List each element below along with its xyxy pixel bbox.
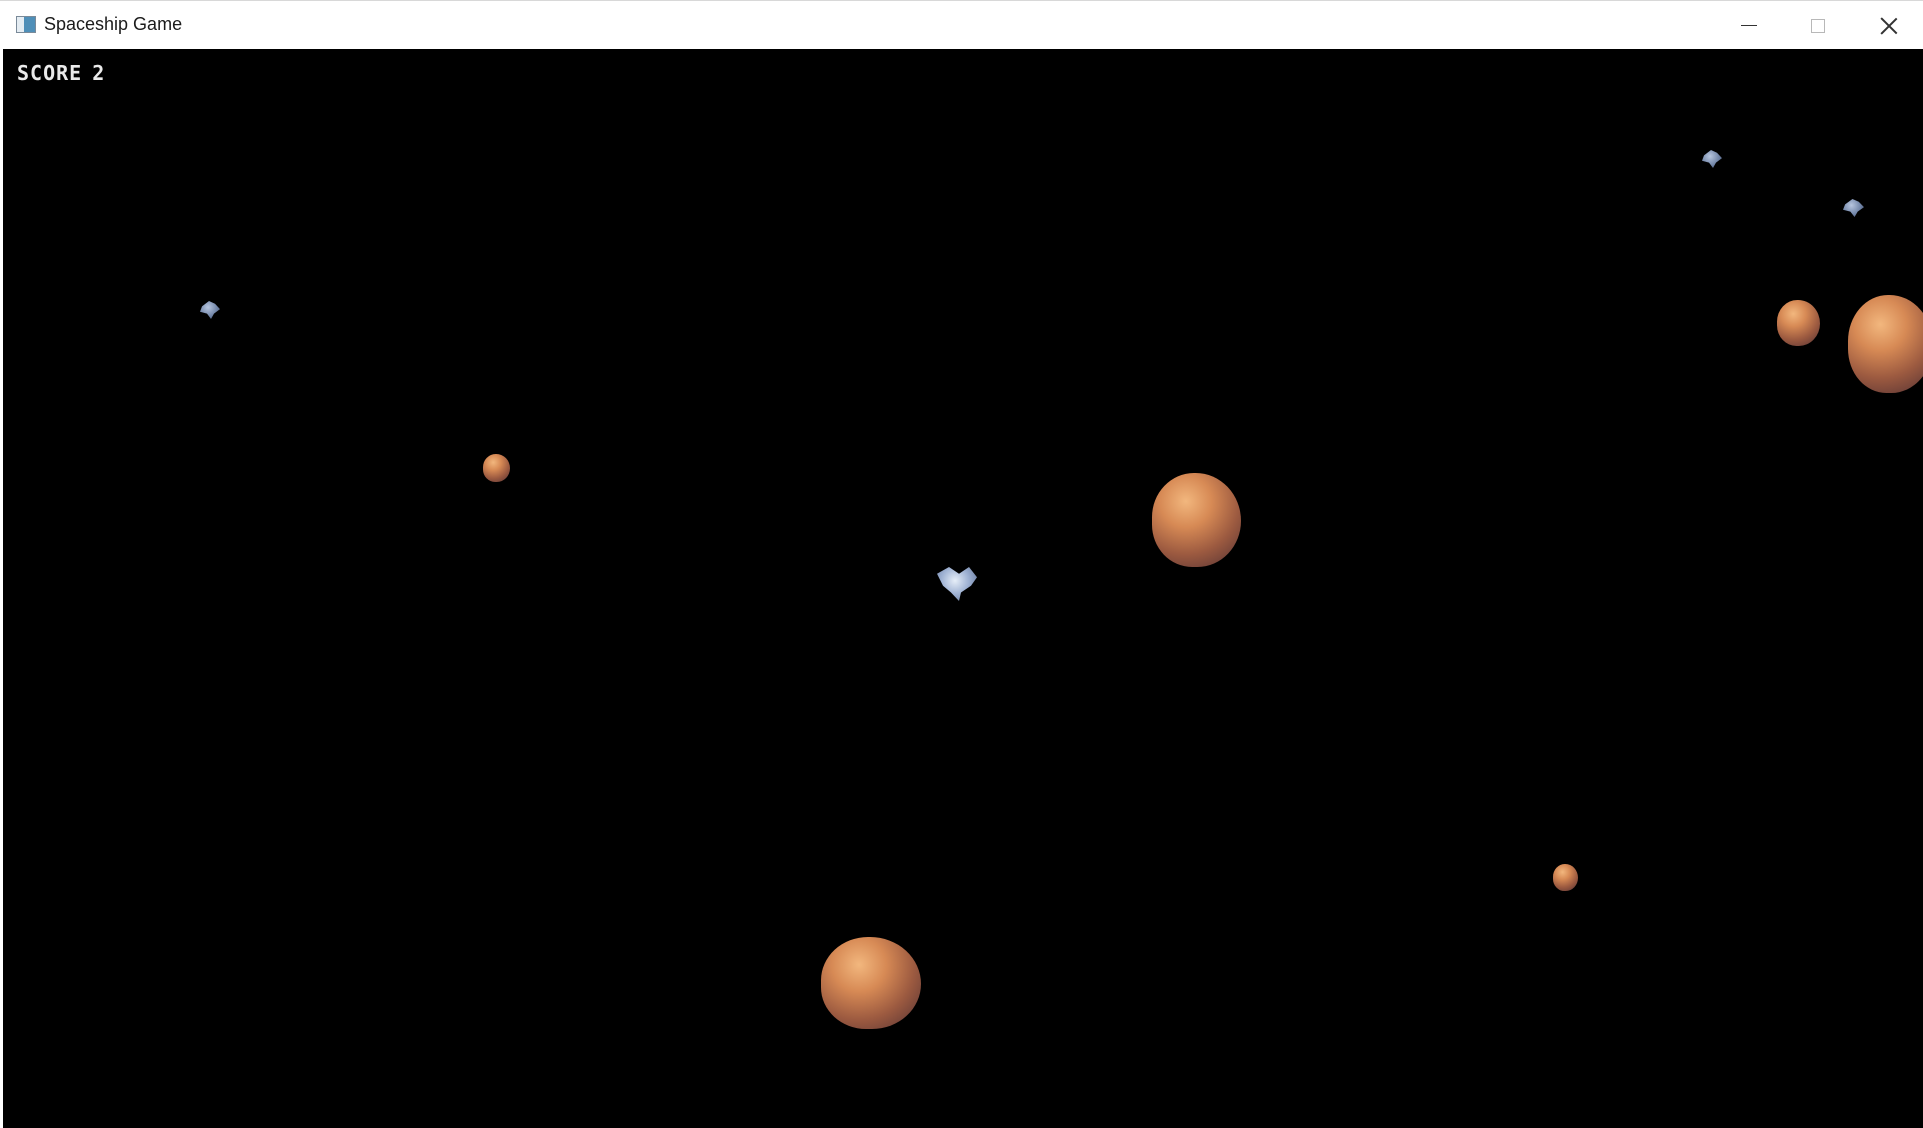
minimize-icon	[1740, 25, 1757, 26]
asteroid	[1553, 864, 1578, 891]
close-icon	[1880, 17, 1898, 35]
maximize-button[interactable]	[1783, 1, 1852, 50]
score-display: SCORE 2	[17, 61, 105, 85]
window-title: Spaceship Game	[44, 14, 183, 34]
app-icon	[16, 16, 36, 33]
score-label: SCORE	[17, 61, 83, 85]
app-window: Spaceship Game SCORE 2	[0, 0, 1923, 1128]
score-value: 2	[92, 61, 106, 85]
asteroid	[1777, 300, 1820, 346]
debris	[1843, 199, 1864, 217]
asteroid	[821, 937, 921, 1029]
asteroid	[483, 454, 510, 482]
asteroid	[1848, 295, 1923, 393]
player-ship	[937, 567, 977, 601]
asteroid	[1152, 473, 1241, 567]
title-bar[interactable]: Spaceship Game	[0, 0, 1923, 49]
debris	[1702, 150, 1722, 168]
close-button[interactable]	[1854, 1, 1923, 50]
maximize-icon	[1810, 18, 1825, 33]
debris	[200, 301, 220, 319]
minimize-button[interactable]	[1714, 1, 1783, 50]
game-canvas[interactable]: SCORE 2	[3, 49, 1923, 1128]
